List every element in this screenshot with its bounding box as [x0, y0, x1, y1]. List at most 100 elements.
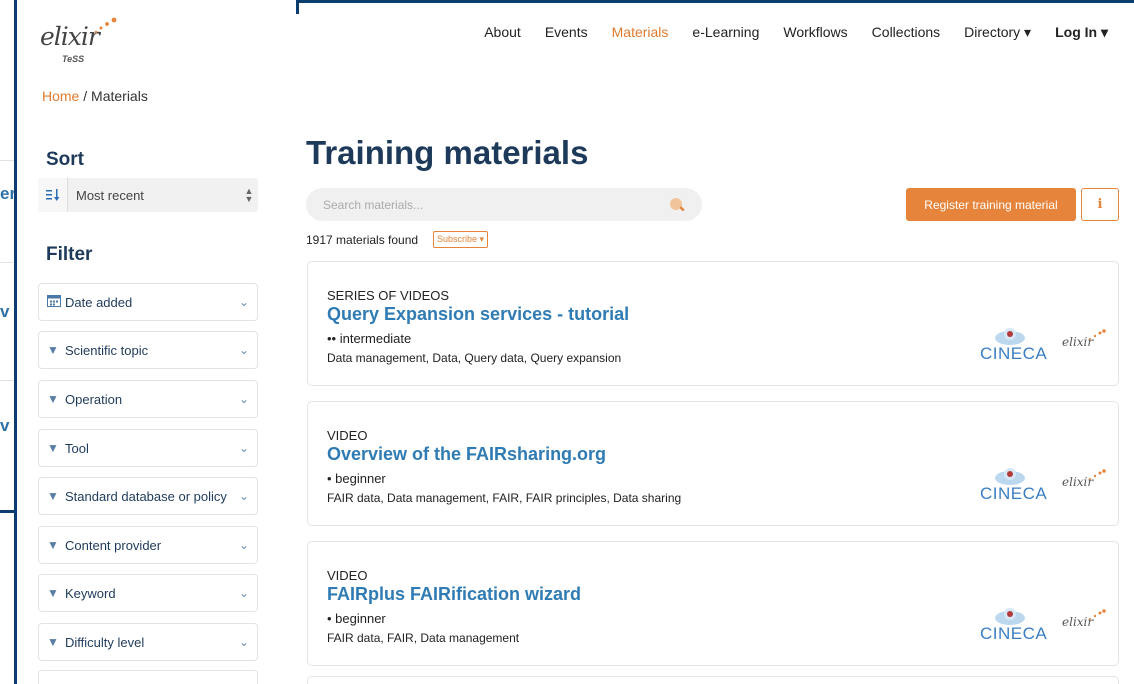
- filter-label: Scientific topic: [65, 342, 149, 358]
- subscribe-dropdown[interactable]: Subscribe ▾: [433, 231, 489, 248]
- cineca-logo: CINECA: [980, 466, 1052, 506]
- chevron-down-icon: ⌄: [238, 343, 249, 357]
- nav-login-dropdown[interactable]: Log In ▾: [1055, 24, 1108, 41]
- background-text-fragment: er: [0, 184, 14, 203]
- cineca-wordmark: CINECA: [980, 344, 1048, 363]
- filter-label: Date added: [65, 294, 133, 310]
- material-type: SERIES OF VIDEOS: [327, 288, 450, 303]
- nav-workflows[interactable]: Workflows: [783, 24, 847, 41]
- logo-dots-icon: [1089, 329, 1106, 340]
- search-icon[interactable]: [668, 196, 686, 214]
- filter-label: Operation: [65, 391, 123, 407]
- filter-scientific-topic[interactable]: ▼ Scientific topic ⌄: [38, 331, 258, 369]
- material-title-link[interactable]: Query Expansion services - tutorial: [327, 304, 629, 325]
- background-divider: [0, 380, 14, 381]
- logo-dots-icon: [1089, 609, 1106, 620]
- background-divider: [0, 160, 14, 161]
- chevron-down-icon: ⌄: [238, 295, 249, 309]
- filter-label: Keyword: [65, 585, 116, 601]
- logo-dots-icon: [94, 17, 117, 34]
- cineca-wordmark: CINECA: [980, 484, 1048, 503]
- cineca-wordmark: CINECA: [980, 624, 1048, 643]
- material-topics: FAIR data, FAIR, Data management: [327, 631, 520, 645]
- results-count: 1917 materials found: [306, 233, 419, 247]
- material-type: VIDEO: [327, 568, 368, 583]
- filter-operation[interactable]: ▼ Operation ⌄: [38, 380, 258, 418]
- nav-directory-dropdown[interactable]: Directory ▾: [964, 24, 1031, 41]
- filter-icon: ▼: [47, 441, 59, 455]
- filter-icon: ▼: [47, 538, 59, 552]
- elixir-logo: elixir: [1060, 469, 1108, 499]
- material-title-link[interactable]: FAIRplus FAIRification wizard: [327, 584, 581, 605]
- logo-wordmark: elixir: [40, 22, 100, 51]
- site-logo[interactable]: elixir TeSS: [40, 14, 120, 70]
- window-frame-stub: [0, 510, 16, 513]
- cineca-cloud-icon: [995, 468, 1025, 485]
- chevron-down-icon: ⌄: [238, 586, 249, 600]
- window-frame-tick: [296, 0, 299, 14]
- filter-next[interactable]: [38, 670, 258, 684]
- chevron-down-icon: ⌄: [238, 441, 249, 455]
- material-title-link[interactable]: Overview of the FAIRsharing.org: [327, 444, 606, 465]
- filter-standard-database[interactable]: ▼ Standard database or policy ⌄: [38, 477, 258, 515]
- elixir-logo: elixir: [1060, 329, 1108, 359]
- material-topics: Data management, Data, Query data, Query…: [327, 351, 622, 365]
- filter-difficulty-level[interactable]: ▼ Difficulty level ⌄: [38, 623, 258, 661]
- breadcrumb: Home / Materials: [42, 88, 148, 104]
- filter-heading: Filter: [46, 244, 93, 265]
- sort-select[interactable]: Most recent ▲ ▼: [38, 178, 258, 212]
- filter-icon: ▼: [47, 635, 59, 649]
- window-frame-gap: [14, 0, 298, 3]
- sort-heading: Sort: [46, 149, 84, 170]
- filter-icon: ▼: [47, 489, 59, 503]
- breadcrumb-home-link[interactable]: Home: [42, 88, 79, 104]
- material-type: VIDEO: [327, 428, 368, 443]
- calendar-icon: [47, 294, 61, 310]
- filter-icon: ▼: [47, 586, 59, 600]
- cineca-cloud-icon: [995, 328, 1025, 345]
- filter-icon: ▼: [47, 392, 59, 406]
- filter-icon: ▼: [47, 343, 59, 357]
- material-topics: FAIR data, Data management, FAIR, FAIR p…: [327, 491, 682, 505]
- background-divider: [0, 262, 14, 263]
- sort-selected-value: Most recent: [76, 187, 144, 203]
- material-card[interactable]: [307, 676, 1119, 684]
- nav-about[interactable]: About: [484, 24, 521, 41]
- chevron-down-icon: ⌄: [238, 489, 249, 503]
- material-card[interactable]: VIDEO Overview of the FAIRsharing.org • …: [307, 401, 1119, 526]
- material-card[interactable]: SERIES OF VIDEOS Query Expansion service…: [307, 261, 1119, 386]
- main-navigation: About Events Materials e-Learning Workfl…: [484, 24, 1108, 41]
- filter-label: Content provider: [65, 537, 162, 553]
- chevron-down-icon: ⌄: [238, 635, 249, 649]
- search-input[interactable]: [306, 188, 702, 221]
- filter-tool[interactable]: ▼ Tool ⌄: [38, 429, 258, 467]
- sort-icon: [38, 178, 68, 212]
- filter-date-added[interactable]: Date added ⌄: [38, 283, 258, 321]
- difficulty-level: • beginner: [327, 611, 386, 626]
- register-training-material-button[interactable]: Register training material: [906, 188, 1076, 221]
- nav-events[interactable]: Events: [545, 24, 588, 41]
- cineca-logo: CINECA: [980, 606, 1052, 646]
- nav-materials[interactable]: Materials: [612, 24, 669, 41]
- page-title: Training materials: [306, 134, 589, 171]
- background-text-fragment: v: [0, 302, 10, 321]
- nav-elearning[interactable]: e-Learning: [692, 24, 759, 41]
- filter-keyword[interactable]: ▼ Keyword ⌄: [38, 574, 258, 612]
- filter-content-provider[interactable]: ▼ Content provider ⌄: [38, 526, 258, 564]
- filter-label: Difficulty level: [65, 634, 145, 650]
- background-text-fragment: v: [0, 416, 10, 435]
- filter-label: Tool: [65, 440, 89, 456]
- cineca-logo: CINECA: [980, 326, 1052, 366]
- nav-collections[interactable]: Collections: [872, 24, 940, 41]
- breadcrumb-current: Materials: [91, 88, 148, 104]
- difficulty-level: • beginner: [327, 471, 386, 486]
- breadcrumb-separator: /: [83, 88, 88, 104]
- window-frame-left: [14, 0, 17, 684]
- difficulty-level: •• intermediate: [327, 331, 412, 346]
- material-card[interactable]: VIDEO FAIRplus FAIRification wizard • be…: [307, 541, 1119, 666]
- filter-label: Standard database or policy: [65, 488, 227, 504]
- info-button[interactable]: i: [1081, 188, 1119, 221]
- chevron-down-icon: ⌄: [238, 392, 249, 406]
- select-arrows-icon: ▲ ▼: [244, 186, 254, 204]
- chevron-down-icon: ⌄: [238, 538, 249, 552]
